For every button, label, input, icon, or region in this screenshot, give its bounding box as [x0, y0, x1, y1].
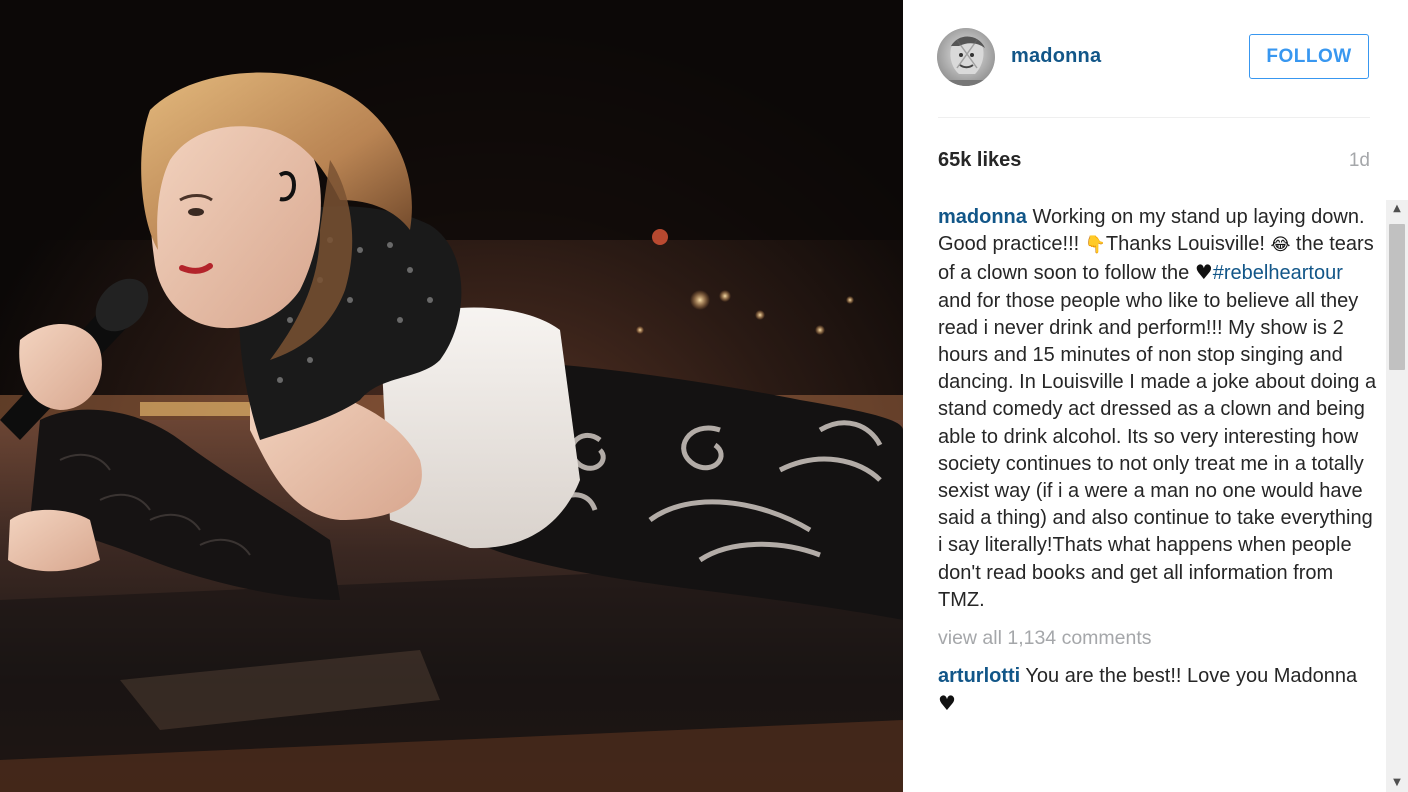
heart-icon: ♥ [1194, 260, 1213, 285]
likes-count[interactable]: 65k likes [938, 149, 1021, 172]
hashtag-link[interactable]: #rebelheartour [1213, 262, 1343, 284]
post-photo[interactable] [0, 0, 903, 792]
post-time-ago[interactable]: 1d [1349, 150, 1370, 172]
avatar[interactable] [937, 28, 995, 86]
comment-item: arturlotti You are the best!! Love you M… [938, 663, 1378, 718]
caption-text-4: and for those people who like to believe… [938, 289, 1377, 611]
follow-button[interactable]: FOLLOW [1249, 34, 1369, 79]
comments-scrollbar[interactable]: ▲ ▼ [1386, 200, 1408, 792]
comment-text: You are the best!! Love you Madonna [1025, 665, 1358, 688]
post-header: madonna FOLLOW [903, 0, 1408, 118]
header-divider [938, 117, 1370, 118]
pointing-down-emoji-icon: 👇 [1084, 235, 1106, 256]
post-details-panel: madonna FOLLOW 65k likes 1d madonna Work… [903, 0, 1408, 792]
scrollbar-thumb[interactable] [1389, 224, 1405, 370]
caption-text-2: Thanks Louisville! [1105, 233, 1271, 256]
laughing-emoji-icon: 😂 [1270, 235, 1291, 256]
scroll-up-arrow-icon[interactable]: ▲ [1386, 200, 1408, 218]
heart-icon: ♥ [938, 691, 956, 716]
post-image [0, 0, 903, 792]
comments-list[interactable]: madonna Working on my stand up laying do… [938, 202, 1378, 792]
avatar-image [937, 28, 995, 86]
caption: madonna Working on my stand up laying do… [938, 204, 1378, 614]
caption-username[interactable]: madonna [938, 206, 1027, 228]
scroll-down-arrow-icon[interactable]: ▼ [1386, 774, 1408, 792]
post-author-username[interactable]: madonna [1011, 45, 1101, 68]
view-all-comments-link[interactable]: view all 1,134 comments [938, 625, 1378, 652]
comment-username[interactable]: arturlotti [938, 665, 1020, 687]
